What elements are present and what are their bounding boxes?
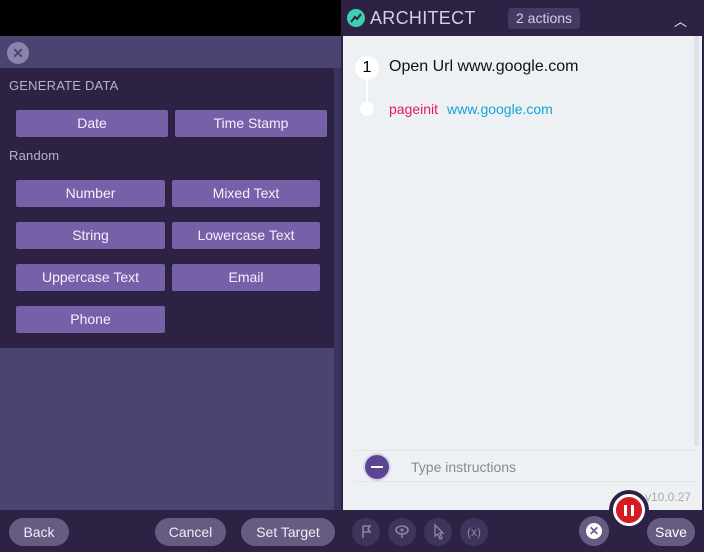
steps-scrollbar[interactable] — [694, 36, 699, 446]
number-button[interactable]: Number — [16, 180, 165, 207]
step-dot — [360, 102, 374, 116]
set-target-button[interactable]: Set Target — [241, 518, 335, 546]
eye-icon[interactable] — [388, 518, 416, 546]
generate-data-title: GENERATE DATA — [9, 78, 119, 93]
left-scrollbar[interactable] — [334, 68, 341, 552]
chevron-up-icon[interactable]: ︿ — [674, 11, 687, 30]
mixed-text-button[interactable]: Mixed Text — [172, 180, 320, 207]
instructions-input[interactable]: Type instructions — [411, 459, 516, 475]
close-button[interactable]: ✕ — [579, 516, 609, 546]
pointer-icon[interactable] — [424, 518, 452, 546]
close-icon[interactable]: ✕ — [7, 42, 29, 64]
app-root: ✕ GENERATE DATA Date Time Stamp Random N… — [0, 0, 704, 552]
string-button[interactable]: String — [16, 222, 165, 249]
date-button[interactable]: Date — [16, 110, 168, 137]
left-footer: Back Cancel Set Target — [0, 510, 341, 552]
pause-button[interactable] — [609, 490, 649, 530]
architect-panel: ARCHITECT 2 actions ︿ 1 Open Url www.goo… — [341, 0, 704, 552]
pause-bar-right — [631, 505, 634, 516]
flag-icon[interactable] — [352, 518, 380, 546]
uppercase-text-button[interactable]: Uppercase Text — [16, 264, 165, 291]
phone-button[interactable]: Phone — [16, 306, 165, 333]
close-icon: ✕ — [586, 523, 602, 539]
steps-scrollbar-thumb[interactable] — [694, 36, 699, 446]
version-label: v10.0.27 — [645, 490, 692, 504]
steps-content: 1 Open Url www.google.com pageinit www.g… — [343, 36, 702, 510]
generate-data-panel: ✕ GENERATE DATA Date Time Stamp Random N… — [0, 36, 341, 552]
back-button[interactable]: Back — [9, 518, 69, 546]
pause-bar-left — [624, 505, 627, 516]
lowercase-text-button[interactable]: Lowercase Text — [172, 222, 320, 249]
instructions-row: Type instructions — [355, 450, 695, 482]
email-button[interactable]: Email — [172, 264, 320, 291]
architect-logo-icon — [347, 9, 365, 27]
generate-data-body: GENERATE DATA Date Time Stamp Random Num… — [0, 68, 334, 348]
step-event: pageinit — [389, 101, 439, 117]
step-number: 1 — [355, 56, 379, 80]
save-button[interactable]: Save — [647, 518, 695, 546]
actions-count-badge: 2 actions — [508, 8, 581, 29]
architect-header: ARCHITECT 2 actions ︿ — [341, 0, 704, 36]
step-title[interactable]: Open Url www.google.com — [389, 58, 578, 76]
cancel-button[interactable]: Cancel — [155, 518, 226, 546]
random-title: Random — [9, 148, 60, 163]
minus-icon[interactable] — [365, 455, 389, 479]
bottom-toolbar: (x) ✕ Save — [341, 510, 704, 552]
variable-icon[interactable]: (x) — [460, 518, 488, 546]
brand-title: ARCHITECT — [370, 8, 476, 28]
step-url: www.google.com — [447, 101, 553, 117]
time-stamp-button[interactable]: Time Stamp — [175, 110, 327, 137]
pause-icon — [613, 494, 645, 526]
